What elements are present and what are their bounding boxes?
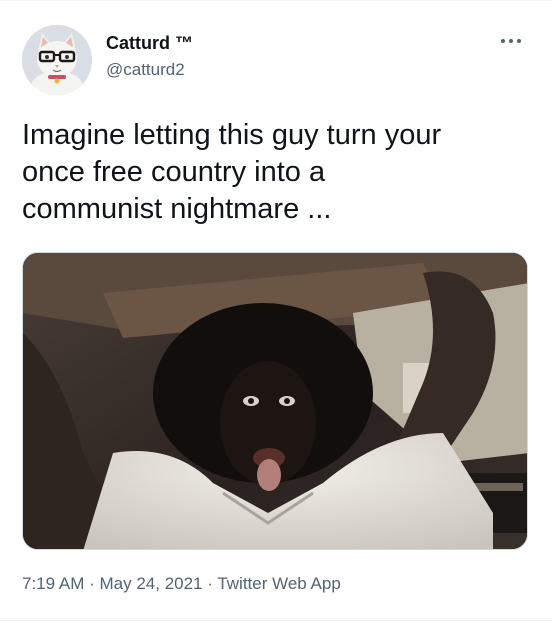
more-options-icon: [501, 39, 521, 43]
author-display-name[interactable]: Catturd ™: [106, 33, 193, 54]
cat-avatar-icon: [22, 25, 92, 95]
avatar[interactable]: [22, 25, 92, 95]
top-divider: [0, 0, 552, 1]
meta-separator: ·: [89, 574, 100, 593]
tweet-media-photo[interactable]: [22, 252, 528, 550]
meta-separator: ·: [207, 574, 218, 593]
tweet-time-link[interactable]: 7:19 AM: [22, 574, 84, 593]
tweet-text: Imagine letting this guy turn your once …: [22, 119, 442, 225]
more-options-button[interactable]: [494, 26, 528, 56]
tweet-meta: 7:19 AM · May 24, 2021 · Twitter Web App: [22, 574, 341, 594]
bottom-divider: [0, 620, 552, 621]
author-handle[interactable]: @catturd2: [106, 60, 185, 80]
photo-image: [23, 253, 527, 549]
tweet-source-link[interactable]: Twitter Web App: [217, 574, 340, 593]
tweet-date-link[interactable]: May 24, 2021: [100, 574, 203, 593]
